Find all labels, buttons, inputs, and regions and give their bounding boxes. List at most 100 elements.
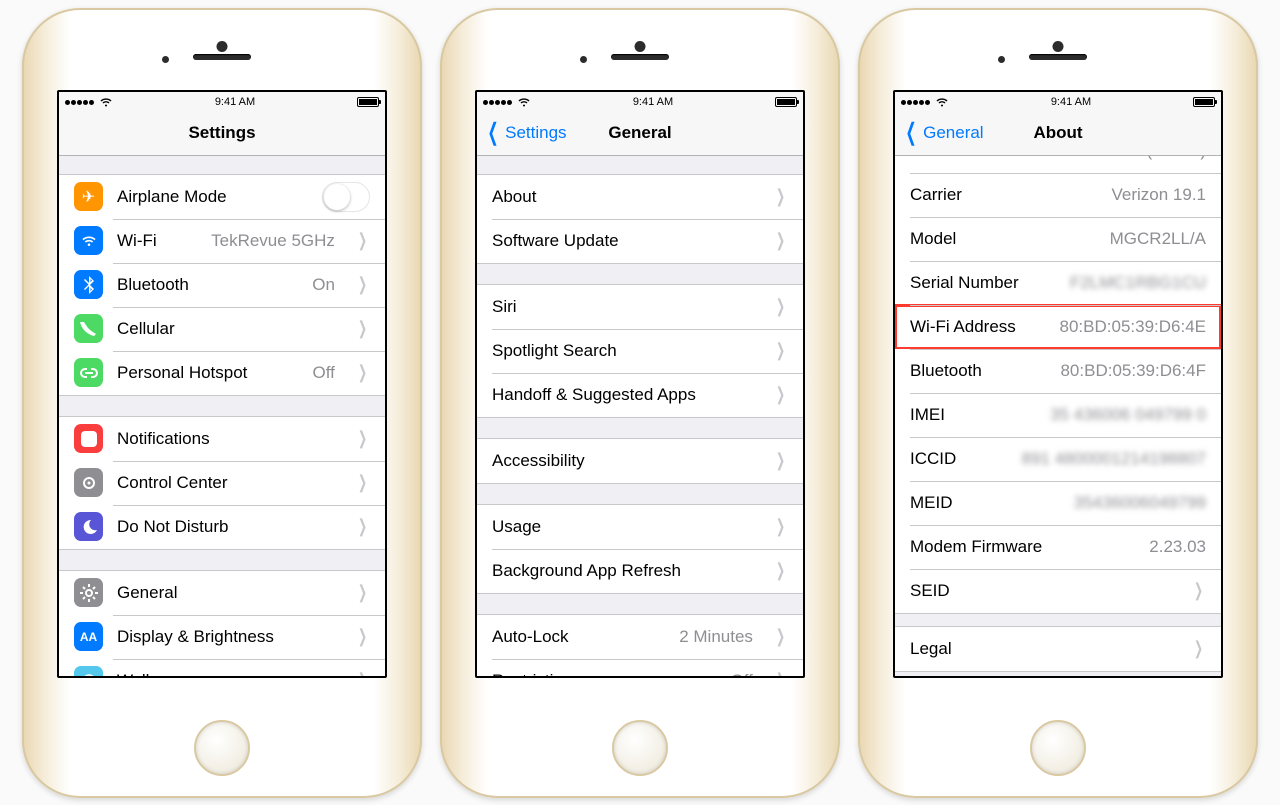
row-wifi-address: Wi-Fi Address80:BD:05:39:D6:4E: [895, 305, 1221, 349]
nav-header: ❮ Settings General: [477, 112, 803, 156]
screen-general: 9:41 AM ❮ Settings General About❯ Softwa…: [475, 90, 805, 678]
row-version: Version8.3 (12F70): [895, 156, 1221, 173]
airplane-toggle[interactable]: [322, 182, 370, 212]
row-display-brightness[interactable]: AA Display & Brightness ❯: [59, 615, 385, 659]
row-accessibility[interactable]: Accessibility❯: [477, 439, 803, 483]
row-iccid: ICCID891 4800001214198807: [895, 437, 1221, 481]
earpiece-speaker: [611, 54, 669, 60]
chevron-left-icon: ❮: [488, 121, 499, 145]
chevron-right-icon: ❯: [776, 296, 785, 317]
status-bar: 9:41 AM: [477, 92, 803, 112]
row-carrier: CarrierVerizon 19.1: [895, 173, 1221, 217]
cellular-icon: [74, 314, 103, 343]
screen-about: 9:41 AM ❮ General About Version8.3 (12F7…: [893, 90, 1223, 678]
row-about[interactable]: About❯: [477, 175, 803, 219]
battery-icon: [775, 97, 797, 107]
row-cellular[interactable]: Cellular ❯: [59, 307, 385, 351]
row-notifications[interactable]: Notifications ❯: [59, 417, 385, 461]
signal-dots-icon: [901, 96, 931, 108]
chevron-right-icon: ❯: [358, 428, 367, 449]
row-bluetooth[interactable]: Bluetooth On ❯: [59, 263, 385, 307]
hotspot-icon: [74, 358, 103, 387]
row-personal-hotspot[interactable]: Personal Hotspot Off ❯: [59, 351, 385, 395]
chevron-right-icon: ❯: [1194, 580, 1203, 601]
signal-dots-icon: [65, 96, 95, 108]
group-notifications: Notifications ❯ Control Center ❯ Do Not …: [59, 416, 385, 550]
bluetooth-icon: [74, 270, 103, 299]
camera-dot: [217, 41, 228, 52]
row-restrictions[interactable]: RestrictionsOff❯: [477, 659, 803, 676]
clock: 9:41 AM: [215, 96, 255, 108]
row-model: ModelMGCR2LL/A: [895, 217, 1221, 261]
sensor-dot: [580, 56, 587, 63]
chevron-right-icon: ❯: [358, 472, 367, 493]
wallpaper-icon: [74, 666, 103, 676]
camera-dot: [1053, 41, 1064, 52]
row-do-not-disturb[interactable]: Do Not Disturb ❯: [59, 505, 385, 549]
row-legal[interactable]: Legal❯: [895, 627, 1221, 671]
row-control-center[interactable]: Control Center ❯: [59, 461, 385, 505]
home-button[interactable]: [1030, 720, 1086, 776]
chevron-right-icon: ❯: [358, 582, 367, 603]
phone-2-general: 9:41 AM ❮ Settings General About❯ Softwa…: [440, 8, 840, 798]
row-handoff[interactable]: Handoff & Suggested Apps❯: [477, 373, 803, 417]
chevron-right-icon: ❯: [358, 230, 367, 251]
row-software-update[interactable]: Software Update❯: [477, 219, 803, 263]
row-wallpaper[interactable]: Wallpaper ❯: [59, 659, 385, 676]
status-bar: 9:41 AM: [59, 92, 385, 112]
back-button[interactable]: ❮ Settings: [483, 112, 567, 155]
chevron-right-icon: ❯: [776, 670, 785, 676]
airplane-icon: ✈: [74, 182, 103, 211]
nav-title: About: [1033, 123, 1082, 143]
chevron-right-icon: ❯: [358, 670, 367, 676]
home-button[interactable]: [612, 720, 668, 776]
group-network: ✈ Airplane Mode Wi-Fi TekRevue 5GHz ❯ Bl…: [59, 174, 385, 396]
status-bar: 9:41 AM: [895, 92, 1221, 112]
chevron-right-icon: ❯: [776, 560, 785, 581]
chevron-right-icon: ❯: [776, 450, 785, 471]
row-auto-lock[interactable]: Auto-Lock2 Minutes❯: [477, 615, 803, 659]
chevron-right-icon: ❯: [776, 626, 785, 647]
home-button[interactable]: [194, 720, 250, 776]
sensor-dot: [998, 56, 1005, 63]
notifications-icon: [74, 424, 103, 453]
chevron-right-icon: ❯: [776, 186, 785, 207]
gear-icon: [74, 578, 103, 607]
chevron-right-icon: ❯: [358, 318, 367, 339]
display-icon: AA: [74, 622, 103, 651]
row-modem-firmware: Modem Firmware2.23.03: [895, 525, 1221, 569]
row-siri[interactable]: Siri❯: [477, 285, 803, 329]
row-background-app-refresh[interactable]: Background App Refresh❯: [477, 549, 803, 593]
row-airplane-mode[interactable]: ✈ Airplane Mode: [59, 175, 385, 219]
row-usage[interactable]: Usage❯: [477, 505, 803, 549]
screen-settings: 9:41 AM Settings ✈ Airplane Mode Wi-Fi T…: [57, 90, 387, 678]
row-wifi[interactable]: Wi-Fi TekRevue 5GHz ❯: [59, 219, 385, 263]
clock: 9:41 AM: [1051, 96, 1091, 108]
wifi-icon: [517, 97, 531, 107]
group-general: General ❯ AA Display & Brightness ❯ Wall…: [59, 570, 385, 676]
chevron-right-icon: ❯: [776, 384, 785, 405]
battery-icon: [1193, 97, 1215, 107]
chevron-right-icon: ❯: [776, 340, 785, 361]
clock: 9:41 AM: [633, 96, 673, 108]
chevron-right-icon: ❯: [776, 230, 785, 251]
nav-header: ❮ General About: [895, 112, 1221, 156]
nav-header: Settings: [59, 112, 385, 156]
row-seid[interactable]: SEID❯: [895, 569, 1221, 613]
back-button[interactable]: ❮ General: [901, 112, 984, 155]
battery-icon: [357, 97, 379, 107]
row-spotlight-search[interactable]: Spotlight Search❯: [477, 329, 803, 373]
sensor-dot: [162, 56, 169, 63]
chevron-right-icon: ❯: [358, 516, 367, 537]
earpiece-speaker: [1029, 54, 1087, 60]
earpiece-speaker: [193, 54, 251, 60]
signal-dots-icon: [483, 96, 513, 108]
phone-1-settings: 9:41 AM Settings ✈ Airplane Mode Wi-Fi T…: [22, 8, 422, 798]
control-center-icon: [74, 468, 103, 497]
chevron-right-icon: ❯: [358, 274, 367, 295]
dnd-moon-icon: [74, 512, 103, 541]
nav-title: Settings: [188, 123, 255, 143]
row-general[interactable]: General ❯: [59, 571, 385, 615]
row-meid: MEID35436006049799: [895, 481, 1221, 525]
wifi-row-icon: [74, 226, 103, 255]
